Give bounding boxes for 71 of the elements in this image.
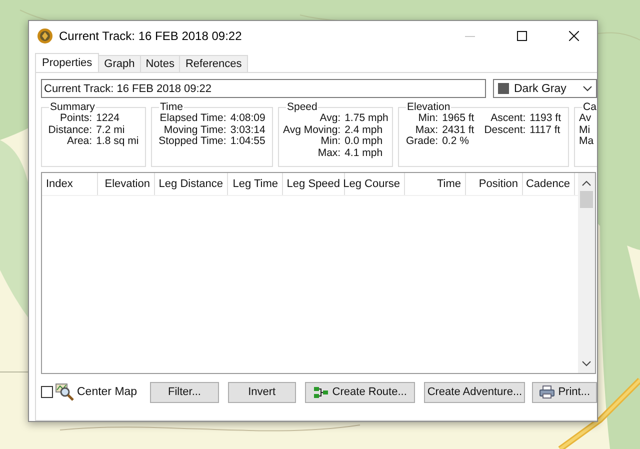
stat-value: 1224: [96, 113, 120, 124]
tab[interactable]: Graph: [98, 55, 141, 72]
chevron-down-icon: [583, 86, 592, 92]
column-header[interactable]: Leg Time: [228, 173, 283, 195]
stat-label: Area:: [66, 136, 92, 148]
stat-label: Distance:: [47, 124, 92, 136]
stat-label: Grade:: [404, 136, 438, 148]
stat-value: 7.2 mi: [96, 124, 126, 136]
stat-value: 1965 ft: [442, 113, 476, 124]
tab[interactable]: Notes: [140, 55, 180, 72]
stat-value: 0.0 mph: [344, 136, 384, 148]
app-logo-icon: [37, 28, 53, 44]
tab[interactable]: Properties: [35, 53, 100, 72]
name-field[interactable]: Current Track: 16 FEB 2018 09:22: [41, 79, 486, 98]
stat-value: 4:08:09: [230, 113, 266, 124]
stat-label: Avg:: [318, 113, 341, 124]
stat-value: 3:03:14: [230, 124, 266, 136]
scroll-down-icon[interactable]: [582, 361, 591, 367]
stat-label: Ma: [579, 136, 595, 148]
dropdown-label: Dark Gray: [514, 82, 568, 94]
action-button[interactable]: Filter...: [150, 382, 219, 402]
group-title: Elevation: [406, 101, 452, 113]
scroll-thumb[interactable]: [580, 191, 593, 208]
color-dropdown[interactable]: Dark Gray: [493, 79, 597, 98]
column-header[interactable]: Position: [466, 173, 523, 195]
column-header[interactable]: Cadence: [523, 173, 575, 195]
scroll-up-icon[interactable]: [582, 180, 591, 186]
column-header[interactable]: Leg Distance: [155, 173, 228, 195]
group-title: Ca: [582, 101, 597, 113]
column-header[interactable]: Leg Course: [345, 173, 405, 195]
stat-label: Mi: [579, 124, 592, 136]
center-map-checkbox[interactable]: [41, 386, 53, 398]
column-header[interactable]: Time: [405, 173, 466, 195]
column-header[interactable]: Leg Speed: [283, 173, 345, 195]
action-button[interactable]: Invert: [228, 382, 296, 402]
stat-value: 2.4 mph: [344, 124, 384, 136]
stat-label: Av: [579, 113, 592, 124]
route-icon: [313, 386, 330, 398]
stat-label: Max:: [316, 148, 341, 159]
window-title: Current Track: 16 FEB 2018 09:22: [59, 29, 243, 43]
stat-value: 0.2 %: [442, 136, 470, 148]
route-button[interactable]: Create Route...: [304, 382, 416, 402]
stat-value: 4.1 mph: [344, 148, 384, 159]
center-map-label: Center Map: [77, 386, 138, 398]
group-title: Summary: [49, 101, 96, 113]
column-header[interactable]: Elevation: [98, 173, 155, 195]
stat-label: Points:: [60, 113, 92, 124]
stat-label: Ascent:: [490, 113, 526, 124]
print-button[interactable]: Print...: [532, 382, 597, 402]
column-header[interactable]: Index: [42, 173, 98, 195]
stat-label: Stopped Time:: [158, 136, 226, 148]
stat-label: Max:: [414, 124, 438, 136]
group-title: Time: [159, 101, 184, 113]
stat-label: Min:: [417, 113, 438, 124]
stat-label: Avg Moving:: [283, 124, 341, 136]
stat-value: 1117 ft: [530, 124, 562, 136]
group-title: Speed: [286, 101, 318, 113]
stat-value: 1.75 mph: [344, 113, 388, 124]
tab[interactable]: References: [179, 55, 248, 72]
map-magnifier-icon: [55, 383, 75, 401]
stat-value: 1.8 sq mi: [96, 136, 140, 148]
action-button[interactable]: Create Adventure...: [424, 382, 526, 402]
stat-label: Moving Time:: [164, 124, 226, 136]
stat-label: Descent:: [483, 124, 526, 136]
stat-label: Min:: [320, 136, 341, 148]
stat-label: Elapsed Time:: [158, 113, 226, 124]
stat-value: 1:04:55: [230, 136, 266, 148]
vertical-scrollbar[interactable]: [578, 173, 595, 373]
stat-value: 2431 ft: [442, 124, 476, 136]
printer-icon: [539, 385, 556, 399]
stat-value: 1193 ft: [530, 113, 562, 124]
